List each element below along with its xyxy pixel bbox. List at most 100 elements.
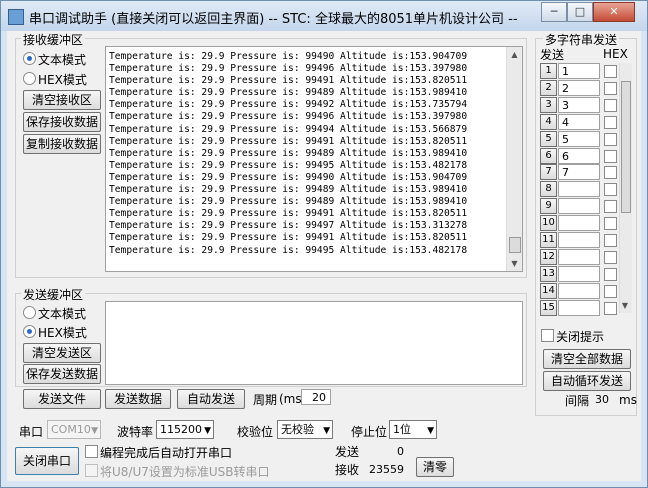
multi-send-button-14[interactable]: 14 [540,282,557,299]
receive-line: Temperature is: 29.9 Pressure is: 99491 … [109,135,468,147]
multi-string-input-15[interactable] [558,299,600,316]
close-button[interactable]: ✕ [593,2,635,22]
multi-hex-checkbox-10[interactable] [604,217,617,231]
multi-hex-checkbox-11[interactable] [604,234,617,247]
multi-string-input-3[interactable]: 3 [558,96,600,113]
clear-all-button[interactable]: 清空全部数据 [543,349,631,369]
multi-send-button-2[interactable]: 2 [540,79,557,96]
window-title: 串口调试助手 (直接关闭可以返回主界面) -- STC: 全球最大的8051单片… [29,12,518,27]
multi-string-input-1[interactable]: 1 [558,63,600,79]
multi-send-button-3[interactable]: 3 [540,96,557,113]
multi-hex-checkbox-8[interactable] [604,183,617,197]
multi-hex-checkbox-7[interactable] [604,166,617,180]
usb-checkbox[interactable] [85,464,98,477]
receive-line: Temperature is: 29.9 Pressure is: 99490 … [109,171,468,183]
title-bar: 串口调试助手 (直接关闭可以返回主界面) -- STC: 全球最大的8051单片… [1,1,647,31]
period-input[interactable]: 20 [301,389,331,405]
scroll-down-icon[interactable]: ▼ [507,256,522,271]
auto-send-button[interactable]: 自动发送 [177,389,245,409]
multi-hex-checkbox-2[interactable] [604,81,617,95]
baud-select[interactable]: 115200 ▼ [156,420,214,439]
multi-hex-checkbox-14[interactable] [604,284,617,298]
multi-scrollbar[interactable]: ▼ [619,63,632,313]
port-label: 串口 [19,425,44,439]
multi-string-input-6[interactable]: 6 [558,147,600,164]
send-text-mode-radio[interactable] [23,306,36,319]
interval-input[interactable]: 30 [591,391,617,407]
multi-string-input-10[interactable] [558,215,600,232]
multi-hex-checkbox-3[interactable] [604,98,617,112]
multi-string-input-8[interactable] [558,181,600,198]
multi-send-button-13[interactable]: 13 [540,265,557,282]
multi-string-input-4[interactable]: 4 [558,113,600,130]
receive-scrollbar[interactable]: ▲ ▼ [506,47,522,271]
multi-string-input-13[interactable] [558,265,600,282]
multi-hex-checkbox-6[interactable] [604,149,617,163]
multi-string-input-5[interactable]: 5 [558,130,600,147]
copy-receive-button[interactable]: 复制接收数据 [23,134,101,154]
send-data-button[interactable]: 发送数据 [105,389,171,409]
interval-unit: ms [619,393,637,407]
multi-send-button-7[interactable]: 7 [540,164,557,181]
receive-line: Temperature is: 29.9 Pressure is: 99489 … [109,147,468,159]
multi-send-button-1[interactable]: 1 [540,63,557,79]
port-value: COM10 [51,423,91,436]
scroll-thumb[interactable] [509,237,521,253]
save-receive-button[interactable]: 保存接收数据 [23,112,101,132]
multi-string-input-2[interactable]: 2 [558,79,600,96]
multi-hex-checkbox-1[interactable] [604,65,617,78]
receive-line: Temperature is: 29.9 Pressure is: 99497 … [109,220,468,232]
multi-send-button-9[interactable]: 9 [540,198,557,215]
multi-scroll-thumb[interactable] [621,81,631,213]
save-send-button[interactable]: 保存发送数据 [23,364,101,384]
multi-string-input-12[interactable] [558,248,600,265]
auto-open-checkbox[interactable] [85,445,98,458]
receive-text-mode-radio[interactable] [23,52,36,65]
multi-send-button-4[interactable]: 4 [540,113,557,130]
port-select[interactable]: COM10 ▼ [47,420,101,439]
multi-send-button-11[interactable]: 11 [540,232,557,248]
multi-hex-checkbox-9[interactable] [604,200,617,214]
close-port-button[interactable]: 关闭串口 [15,447,79,475]
scroll-up-icon[interactable]: ▲ [507,47,522,62]
multi-hex-checkbox-12[interactable] [604,250,617,264]
period-label: 周期 [253,393,278,407]
multi-send-button-5[interactable]: 5 [540,130,557,147]
multi-hex-checkbox-15[interactable] [604,301,617,315]
multi-scroll-down-icon[interactable]: ▼ [619,298,631,313]
send-file-button[interactable]: 发送文件 [23,389,101,409]
multi-send-button-8[interactable]: 8 [540,181,557,198]
multi-send-button-6[interactable]: 6 [540,147,557,164]
receive-line: Temperature is: 29.9 Pressure is: 99489 … [109,87,468,99]
receive-line: Temperature is: 29.9 Pressure is: 99490 … [109,51,468,62]
multi-hex-checkbox-4[interactable] [604,115,617,129]
multi-send-button-10[interactable]: 10 [540,215,557,232]
multi-string-input-14[interactable] [558,282,600,299]
parity-value: 无校验 [281,423,314,436]
multi-string-input-9[interactable] [558,198,600,215]
close-tip-checkbox[interactable] [541,329,554,342]
send-textarea[interactable] [105,301,523,385]
maximize-button[interactable]: □ [567,2,593,22]
stop-select[interactable]: 1位 ▼ [389,420,437,439]
clear-count-button[interactable]: 清零 [416,457,454,477]
clear-receive-button[interactable]: 清空接收区 [23,90,101,110]
parity-select[interactable]: 无校验 ▼ [277,420,333,439]
receive-textarea[interactable]: Temperature is: 29.9 Pressure is: 99490 … [105,46,523,272]
receive-text-mode-label: 文本模式 [38,53,87,67]
multi-send-button-12[interactable]: 12 [540,248,557,265]
receive-hex-mode-label: HEX模式 [38,73,87,87]
multi-col-hex: HEX [603,47,628,61]
multi-string-input-11[interactable] [558,232,600,248]
receive-hex-mode-radio[interactable] [23,72,36,85]
send-hex-mode-radio[interactable] [23,325,36,338]
auto-loop-send-button[interactable]: 自动循环发送 [543,371,631,391]
receive-text: Temperature is: 29.9 Pressure is: 99490 … [109,51,467,257]
multi-send-button-15[interactable]: 15 [540,299,557,316]
multi-hex-checkbox-5[interactable] [604,132,617,146]
clear-send-button[interactable]: 清空发送区 [23,343,101,363]
multi-hex-checkbox-13[interactable] [604,267,617,281]
receive-line: Temperature is: 29.9 Pressure is: 99496 … [109,63,468,75]
multi-string-input-7[interactable]: 7 [558,164,600,181]
minimize-button[interactable]: ─ [541,2,567,22]
